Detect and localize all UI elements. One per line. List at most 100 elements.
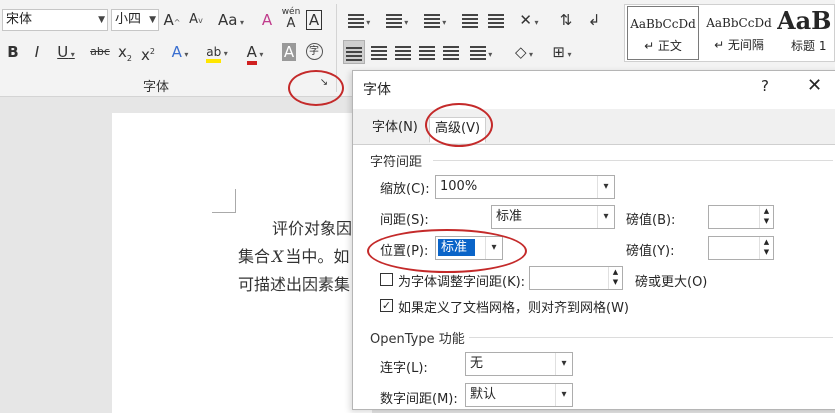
change-case-button[interactable]: Aa ▾ xyxy=(214,8,248,32)
font-dialog: 字体 ? ✕ 字体(N) 高级(V) 字符间距 缩放(C): 100% ▾ 间距… xyxy=(352,70,835,410)
section-divider xyxy=(469,337,833,338)
chevron-down-icon: ▾ xyxy=(597,206,614,228)
spinner-arrows-icon[interactable]: ▲ ▼ xyxy=(608,267,622,289)
shrink-font-button[interactable]: Av xyxy=(187,8,205,32)
kerning-checkbox[interactable] xyxy=(380,273,393,286)
style-sample-text: AaBbCcDd xyxy=(630,17,696,31)
style-name: ↵ 正文 xyxy=(644,39,682,53)
position-pt-label: 磅值(Y): xyxy=(626,244,675,259)
phonetic-guide-button[interactable]: wén A xyxy=(281,6,301,30)
doc-line-2: 集合 X 当中。如 xyxy=(238,247,350,266)
align-center-button[interactable] xyxy=(368,40,390,64)
kerning-suffix: 磅或更大(O) xyxy=(635,275,708,290)
font-size-value: 小四 xyxy=(115,12,142,27)
align-right-icon xyxy=(395,45,411,60)
shading-button[interactable]: ◇ ▾ xyxy=(508,40,540,64)
borders-icon: ⊞ xyxy=(552,43,565,61)
highlight-oval-position xyxy=(367,229,527,273)
justify-button[interactable] xyxy=(416,40,438,64)
bullets-button[interactable]: ▾ xyxy=(344,8,374,32)
close-icon[interactable]: ✕ xyxy=(807,75,822,96)
position-pt-spinner[interactable]: ▲ ▼ xyxy=(708,236,774,260)
doc-line-1: 评价对象因 xyxy=(272,219,353,238)
char-shading-button[interactable]: A xyxy=(280,40,298,64)
strikethrough-button[interactable]: abc xyxy=(88,40,112,64)
subscript-button[interactable]: x2 xyxy=(116,40,134,64)
scale-label: 缩放(C): xyxy=(380,182,430,197)
spacing-pt-label: 磅值(B): xyxy=(626,213,676,228)
margin-corner-mark xyxy=(212,189,236,213)
line-spacing-icon xyxy=(469,45,486,60)
spacing-pt-spinner[interactable]: ▲ ▼ xyxy=(708,205,774,229)
help-button[interactable]: ? xyxy=(761,77,769,95)
pilcrow-icon: ↲ xyxy=(587,11,601,29)
section-char-spacing: 字符间距 xyxy=(370,155,423,170)
sort-icon: ⇅ xyxy=(559,11,573,29)
dialog-title: 字体 xyxy=(363,82,391,98)
font-color-button[interactable]: A ▾ xyxy=(240,40,270,65)
font-group-label: 字体 xyxy=(143,80,170,95)
ligatures-label: 连字(L): xyxy=(380,361,428,376)
decrease-indent-button[interactable] xyxy=(460,8,480,32)
enclose-char-button[interactable]: 字 xyxy=(304,40,324,64)
font-size-combo[interactable]: 小四 ▼ xyxy=(111,9,159,31)
show-marks-button[interactable]: ↲ xyxy=(584,8,604,32)
align-left-icon xyxy=(346,46,362,61)
chevron-down-icon: ▾ xyxy=(597,176,614,198)
distribute-button[interactable] xyxy=(440,40,462,64)
multilevel-list-button[interactable]: ▾ xyxy=(420,8,450,32)
snap-grid-checkbox[interactable]: ✓ xyxy=(380,299,393,312)
sort-button[interactable]: ⇅ xyxy=(556,8,576,32)
tab-font[interactable]: 字体(N) xyxy=(367,117,423,143)
spacing-value: 标准 xyxy=(496,209,523,224)
underline-button[interactable]: U ▾ xyxy=(50,40,82,64)
scale-value: 100% xyxy=(440,179,478,194)
grow-font-button[interactable]: A^ xyxy=(163,8,181,32)
number-spacing-select[interactable]: 默认 ▾ xyxy=(465,383,573,407)
spacing-select[interactable]: 标准 ▾ xyxy=(491,205,615,229)
justify-icon xyxy=(419,45,435,60)
ligatures-select[interactable]: 无 ▾ xyxy=(465,352,573,376)
bullets-icon xyxy=(347,13,364,28)
font-name-combo[interactable]: 宋体 ▼ xyxy=(2,9,108,31)
spinner-arrows-icon[interactable]: ▲ ▼ xyxy=(759,206,773,228)
italic-button[interactable]: I xyxy=(28,40,46,64)
spinner-arrows-icon[interactable]: ▲ ▼ xyxy=(759,237,773,259)
align-center-icon xyxy=(371,45,387,60)
snap-grid-label: 如果定义了文档网格，则对齐到网格(W) xyxy=(398,301,629,316)
line-spacing-button[interactable]: ▾ xyxy=(466,40,496,64)
chevron-down-icon: ▾ xyxy=(555,353,572,375)
align-left-button[interactable] xyxy=(343,40,365,64)
ligatures-value: 无 xyxy=(470,356,484,371)
borders-button[interactable]: ⊞ ▾ xyxy=(546,40,578,64)
style-no-spacing[interactable]: AaBbCcDd ↵ 无间隔 xyxy=(703,6,775,60)
chevron-down-icon: ▼ xyxy=(98,15,105,25)
char-border-button[interactable]: A xyxy=(305,8,323,32)
text-effect-button[interactable]: A ▾ xyxy=(166,40,194,64)
chinese-layout-button[interactable]: ✕ ▾ xyxy=(514,8,544,32)
style-heading-1[interactable]: AaB 标题 1 xyxy=(777,6,835,60)
chevron-down-icon: ▾ xyxy=(555,384,572,406)
kerning-spinner[interactable]: ▲ ▼ xyxy=(529,266,623,290)
document-page[interactable]: 评价对象因 集合 X 当中。如 可描述出因素集 xyxy=(112,113,372,413)
style-normal[interactable]: AaBbCcDd ↵ 正文 xyxy=(627,6,699,60)
doc-line-3: 可描述出因素集 xyxy=(238,275,351,294)
style-sample-text: AaB xyxy=(777,6,832,35)
increase-indent-button[interactable] xyxy=(486,8,506,32)
style-sample-text: AaBbCcDd xyxy=(706,16,772,30)
highlight-button[interactable]: ab ▾ xyxy=(202,40,232,64)
kerning-label: 为字体调整字间距(K): xyxy=(398,275,526,290)
paint-bucket-icon: ◇ xyxy=(514,43,527,61)
font-name-value: 宋体 xyxy=(6,12,33,27)
increase-indent-icon xyxy=(488,13,504,28)
highlight-oval-advanced-tab xyxy=(425,103,493,147)
clear-format-button[interactable]: A xyxy=(258,8,276,32)
style-name: 标题 1 xyxy=(791,39,827,53)
align-right-button[interactable] xyxy=(392,40,414,64)
section-opentype: OpenType 功能 xyxy=(370,332,465,347)
numbering-icon xyxy=(385,13,402,28)
superscript-button[interactable]: x2 xyxy=(139,40,157,64)
bold-button[interactable]: B xyxy=(4,40,22,64)
numbering-button[interactable]: ▾ xyxy=(382,8,412,32)
scale-select[interactable]: 100% ▾ xyxy=(435,175,615,199)
